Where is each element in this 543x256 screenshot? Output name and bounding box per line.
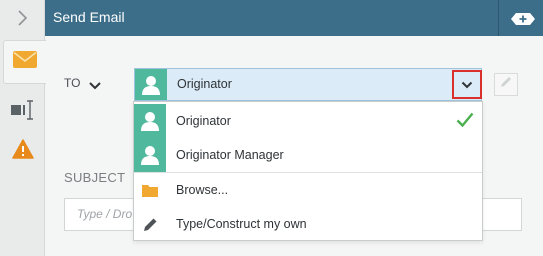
edit-pencil-icon — [499, 75, 513, 94]
subject-label: SUBJECT — [64, 170, 126, 185]
dropdown-action-browse[interactable]: Browse... — [134, 173, 482, 207]
tab-text-field[interactable] — [0, 96, 45, 128]
recipient-value: Originator — [177, 77, 232, 91]
to-options-chevron-icon[interactable] — [88, 78, 102, 96]
dropdown-option-originator-manager[interactable]: Originator Manager — [134, 138, 482, 172]
expand-chevron-icon[interactable] — [0, 0, 45, 36]
chevron-down-icon — [461, 81, 473, 88]
edit-recipient-button[interactable] — [494, 73, 518, 96]
user-avatar-icon — [134, 104, 166, 138]
header-divider — [498, 0, 499, 36]
dropdown-toggle-button[interactable] — [452, 70, 482, 99]
warning-icon — [11, 138, 34, 164]
panel-header: Send Email — [45, 0, 543, 36]
user-avatar-icon — [134, 138, 166, 172]
dropdown-option-originator[interactable]: Originator — [134, 104, 482, 138]
send-email-panel: Send Email TO Originator SUBJECT Type / … — [0, 0, 543, 256]
pencil-icon — [134, 207, 166, 241]
recipient-combobox[interactable]: Originator — [134, 68, 482, 101]
option-label: Originator — [176, 114, 231, 128]
text-field-icon — [10, 99, 35, 126]
tab-email[interactable] — [3, 40, 46, 84]
add-tab-button[interactable] — [511, 12, 535, 25]
folder-icon — [134, 173, 166, 207]
recipient-dropdown-list: Originator Originator Manager Browse... … — [133, 101, 483, 241]
subject-placeholder: Type / Dro — [77, 207, 133, 221]
checkmark-icon — [456, 112, 474, 133]
envelope-icon — [13, 51, 37, 73]
option-label: Originator Manager — [176, 148, 284, 162]
tab-warnings[interactable] — [0, 135, 45, 167]
panel-title: Send Email — [53, 9, 125, 25]
left-rail — [0, 0, 46, 256]
dropdown-action-construct[interactable]: Type/Construct my own — [134, 207, 482, 241]
to-label: TO — [64, 76, 81, 90]
user-avatar-icon — [135, 69, 167, 100]
action-label: Type/Construct my own — [176, 217, 307, 231]
action-label: Browse... — [176, 183, 229, 197]
